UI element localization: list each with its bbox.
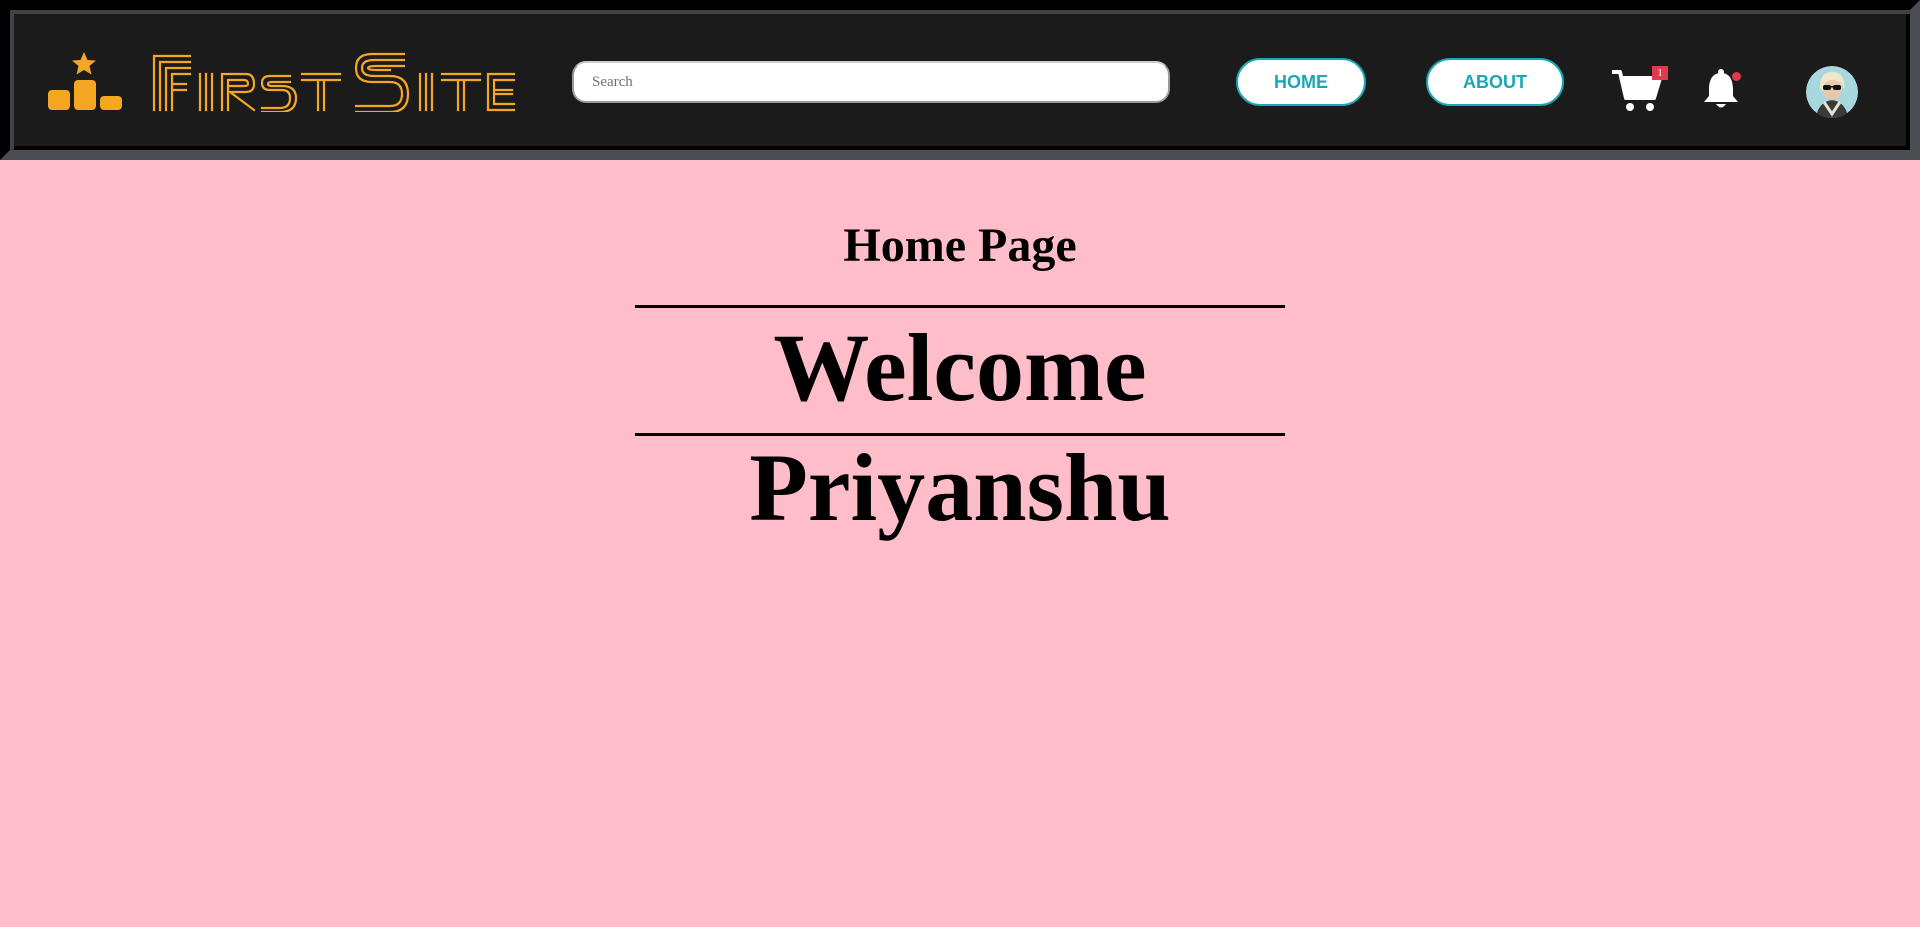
notification-dot xyxy=(1732,72,1741,81)
cart-count-badge: 1 xyxy=(1652,66,1668,80)
site-wordmark[interactable] xyxy=(150,50,518,112)
welcome-heading: Welcome xyxy=(773,314,1147,421)
podium-star-logo-icon[interactable] xyxy=(44,50,124,112)
user-name-heading: Priyanshu xyxy=(749,434,1171,541)
nav-about-button[interactable]: ABOUT xyxy=(1426,58,1564,106)
nav-home-button[interactable]: HOME xyxy=(1236,58,1366,106)
page-title: Home Page xyxy=(843,219,1077,272)
avatar[interactable] xyxy=(1806,66,1858,118)
nav-home-label: HOME xyxy=(1274,71,1328,92)
search-input[interactable] xyxy=(572,61,1170,103)
nav-about-label: ABOUT xyxy=(1463,71,1527,92)
navbar: HOME ABOUT 1 xyxy=(0,0,1920,160)
